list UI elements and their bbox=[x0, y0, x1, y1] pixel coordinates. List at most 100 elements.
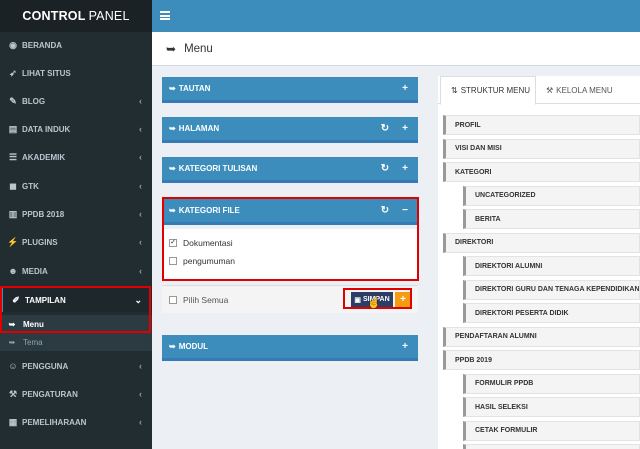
panel-tautan[interactable]: ➥ TAUTAN + bbox=[162, 77, 418, 103]
chevron-left-icon: ‹ bbox=[139, 266, 142, 276]
panel-kategori-tulisan[interactable]: ➥ KATEGORI TULISAN ↻ + bbox=[162, 157, 418, 183]
cursor-icon: ☝ bbox=[367, 297, 381, 309]
menu-tree-item[interactable]: VISI DAN MISI bbox=[443, 138, 640, 159]
tab-label: STRUKTUR MENU bbox=[460, 86, 531, 95]
menu-tree-item[interactable]: DOWNLOAD FORMULIR bbox=[463, 444, 640, 449]
form-icon: ▥ bbox=[8, 208, 18, 219]
server-icon: ▦ bbox=[8, 416, 18, 427]
menu-tree-item[interactable]: DIREKTORI bbox=[443, 232, 640, 253]
category-label: Dokumentasi bbox=[183, 238, 233, 248]
menu-tree-item[interactable]: CETAK FORMULIR bbox=[463, 420, 640, 441]
sign-in-icon: ➥ bbox=[8, 337, 16, 347]
select-all-checkbox[interactable] bbox=[169, 295, 177, 304]
kategori-file-body: ✓ Dokumentasi pengumuman bbox=[162, 229, 418, 281]
group-icon: ☺ bbox=[8, 361, 18, 371]
sign-in-icon: ➥ bbox=[169, 124, 176, 133]
refresh-icon[interactable]: ↻ bbox=[378, 163, 392, 174]
menu-toggle-icon[interactable] bbox=[160, 11, 170, 20]
sidebar-item-pengaturan[interactable]: ⚒ PENGATURAN ‹ bbox=[0, 382, 152, 406]
sidebar-subitem-menu[interactable]: ➥ Menu bbox=[0, 315, 152, 333]
add-button[interactable]: + bbox=[395, 292, 411, 307]
panel-title: HALAMAN bbox=[178, 124, 220, 133]
menu-structure-box: ⇅ STRUKTUR MENU ⚒ KELOLA MENU PROFIL VISI… bbox=[438, 76, 640, 449]
sidebar-item-pengguna[interactable]: ☺ PENGGUNA ‹ bbox=[0, 354, 152, 378]
edit-icon: ✎ bbox=[9, 95, 17, 106]
sidebar-item-media[interactable]: ☻ MEDIA ‹ bbox=[0, 259, 152, 283]
category-item[interactable]: pengumuman bbox=[162, 252, 418, 270]
sort-icon: ⇅ bbox=[451, 86, 458, 95]
tab-label: KELOLA MENU bbox=[556, 86, 613, 95]
sidebar-item-tampilan[interactable]: ✐ TAMPILAN ⌄ bbox=[0, 288, 152, 312]
panel-title: KATEGORI TULISAN bbox=[178, 164, 258, 173]
menu-tree-item[interactable]: HASIL SELEKSI bbox=[463, 397, 640, 417]
chevron-left-icon: ‹ bbox=[139, 417, 142, 427]
select-all-label: Pilih Semua bbox=[183, 294, 229, 305]
brand-logo[interactable]: CONTROL PANEL bbox=[0, 0, 152, 32]
checkbox[interactable] bbox=[169, 257, 177, 265]
page-header: ➥ Menu bbox=[152, 32, 640, 66]
sign-in-icon: ➥ bbox=[169, 206, 176, 215]
menu-tree-item[interactable]: BERITA bbox=[463, 209, 640, 229]
brand-rest: PANEL bbox=[88, 9, 130, 23]
panel-modul[interactable]: ➥ MODUL + bbox=[162, 335, 418, 361]
top-navbar bbox=[152, 0, 640, 32]
sidebar-item-akademik[interactable]: ☰ AKADEMIK ‹ bbox=[0, 145, 152, 169]
menu-tree-item[interactable]: DIREKTORI PESERTA DIDIK bbox=[463, 303, 640, 323]
sidebar-subitem-label: Tema bbox=[23, 337, 43, 347]
panel-title: KATEGORI FILE bbox=[178, 206, 240, 215]
tab-struktur-menu[interactable]: ⇅ STRUKTUR MENU bbox=[440, 76, 536, 105]
sidebar-item-label: PENGGUNA bbox=[22, 361, 69, 371]
sidebar-item-blog[interactable]: ✎ BLOG ‹ bbox=[0, 89, 152, 113]
sign-in-icon: ➥ bbox=[166, 41, 177, 56]
category-item[interactable]: ✓ Dokumentasi bbox=[162, 234, 418, 252]
users-icon: ☻ bbox=[8, 266, 18, 276]
menu-tree-item[interactable]: PROFIL bbox=[443, 115, 640, 135]
sidebar-item-label: PLUGINS bbox=[22, 237, 58, 247]
sidebar-item-lihat-situs[interactable]: ➶ LIHAT SITUS bbox=[0, 61, 152, 85]
sidebar-item-pemeliharaan[interactable]: ▦ PEMELIHARAAN ‹ bbox=[0, 410, 152, 434]
sign-in-icon: ➥ bbox=[169, 342, 176, 351]
menu-tree-item[interactable]: UNCATEGORIZED bbox=[463, 185, 640, 206]
panel-kategori-file[interactable]: ➥ KATEGORI FILE ↻ − bbox=[162, 199, 418, 225]
sign-in-icon: ➥ bbox=[169, 164, 176, 173]
minus-icon[interactable]: − bbox=[398, 205, 412, 216]
sidebar-item-label: PENGATURAN bbox=[22, 389, 78, 399]
menu-tree-item[interactable]: DIREKTORI GURU DAN TENAGA KEPENDIDIKAN bbox=[463, 279, 640, 300]
menu-tree-item[interactable]: KATEGORI bbox=[443, 162, 640, 182]
sidebar-subitem-tema[interactable]: ➥ Tema bbox=[0, 333, 152, 351]
category-label: pengumuman bbox=[183, 256, 235, 266]
sidebar-item-gtk[interactable]: ◼ GTK ‹ bbox=[0, 174, 152, 198]
plus-icon[interactable]: + bbox=[398, 123, 412, 134]
plus-icon[interactable]: + bbox=[398, 163, 412, 174]
chevron-left-icon: ‹ bbox=[139, 124, 142, 134]
sidebar-item-label: MEDIA bbox=[22, 266, 48, 276]
checkbox[interactable]: ✓ bbox=[169, 239, 177, 247]
wrench-icon: ⚒ bbox=[8, 388, 18, 399]
sign-in-icon: ➥ bbox=[8, 319, 16, 329]
tab-kelola-menu[interactable]: ⚒ KELOLA MENU bbox=[546, 76, 636, 105]
plus-icon[interactable]: + bbox=[398, 83, 412, 94]
sidebar-item-label: BERANDA bbox=[22, 40, 62, 50]
refresh-icon[interactable]: ↻ bbox=[378, 123, 392, 134]
database-icon: ▤ bbox=[8, 123, 18, 134]
refresh-icon[interactable]: ↻ bbox=[378, 205, 392, 216]
sidebar-item-label: DATA INDUK bbox=[22, 124, 71, 134]
sidebar-subitem-label: Menu bbox=[23, 319, 44, 329]
plus-icon[interactable]: + bbox=[398, 341, 412, 352]
sidebar-item-plugins[interactable]: ⚡ PLUGINS ‹ bbox=[0, 230, 152, 254]
dashboard-icon: ◉ bbox=[9, 39, 17, 50]
menu-tree-item[interactable]: DIREKTORI ALUMNI bbox=[463, 256, 640, 276]
sidebar-item-label: PEMELIHARAAN bbox=[22, 417, 87, 427]
sidebar-item-ppdb-2018[interactable]: ▥ PPDB 2018 ‹ bbox=[0, 202, 152, 226]
menu-tree-item[interactable]: PENDAFTARAN ALUMNI bbox=[443, 326, 640, 347]
user-icon: ◼ bbox=[9, 180, 17, 191]
sidebar-item-beranda[interactable]: ◉ BERANDA bbox=[0, 33, 152, 57]
tab-bar: ⇅ STRUKTUR MENU ⚒ KELOLA MENU bbox=[438, 76, 640, 105]
panel-title: MODUL bbox=[178, 342, 209, 351]
menu-tree-item[interactable]: FORMULIR PPDB bbox=[463, 373, 640, 394]
chevron-left-icon: ‹ bbox=[139, 96, 142, 106]
plug-icon: ⚡ bbox=[7, 236, 19, 247]
sidebar-item-data-induk[interactable]: ▤ DATA INDUK ‹ bbox=[0, 117, 152, 141]
menu-tree-item[interactable]: PPDB 2019 bbox=[443, 350, 640, 370]
panel-halaman[interactable]: ➥ HALAMAN ↻ + bbox=[162, 117, 418, 143]
